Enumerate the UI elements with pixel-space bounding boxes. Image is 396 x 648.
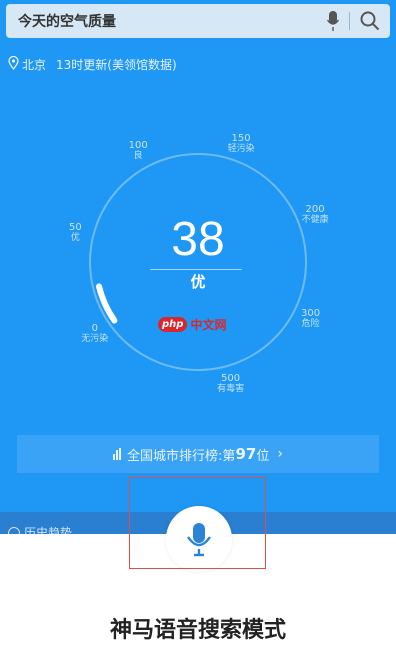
scale-label-100: 100 良 [116,140,160,162]
ranking-suffix: 位 [256,448,270,464]
highlight-box [129,477,266,569]
watermark-brand: php [158,317,188,332]
scale-number: 50 [69,221,82,233]
location-pin-icon [8,55,19,73]
aqi-divider [150,269,242,270]
scale-number: 200 [305,204,325,216]
microphone-icon[interactable] [317,4,349,38]
aqi-progress-arc [96,283,118,324]
scale-description: 良 [133,151,143,162]
aqi-value: 38 [171,213,225,266]
scale-description: 有毒害 [217,383,245,394]
scale-label-500: 500 有毒害 [209,373,253,395]
scale-description: 不健康 [301,215,329,226]
update-time: 13时更新(美领馆数据) [56,58,177,72]
scale-description: 轻污染 [227,143,255,154]
search-icon[interactable] [350,4,390,38]
chevron-right-icon: › [277,446,283,462]
ranking-prefix: 全国城市排行榜:第 [127,448,236,464]
scale-label-150: 150 轻污染 [219,133,263,155]
scale-number: 150 [231,132,251,144]
scale-number: 500 [221,372,241,384]
scale-label-50: 50 优 [53,222,97,244]
caption: 神马语音搜索模式 [109,618,286,643]
scale-description: 危险 [301,318,320,329]
scale-number: 100 [128,140,148,152]
city-ranking-button[interactable]: 全国城市排行榜:第 97 位 › [17,435,379,473]
scale-description: 优 [70,232,80,243]
scale-label-200: 200 不健康 [293,204,337,226]
search-input[interactable]: 今天的空气质量 [6,11,317,31]
scale-number: 0 [91,323,98,335]
watermark-logo: php 中文网 [158,316,226,333]
scale-description: 无污染 [81,334,109,345]
search-bar[interactable]: 今天的空气质量 [6,4,390,38]
aqi-level: 优 [190,273,206,291]
scale-label-0: 0 无污染 [73,323,117,345]
scale-number: 300 [301,307,321,319]
location-row: 北京 13时更新(美领馆数据) [8,55,177,73]
scale-label-300: 300 危险 [289,308,333,330]
city-name: 北京 [22,58,47,72]
ranking-number: 97 [235,445,257,463]
bar-chart-icon [113,448,122,460]
watermark-text: 中文网 [190,318,227,332]
